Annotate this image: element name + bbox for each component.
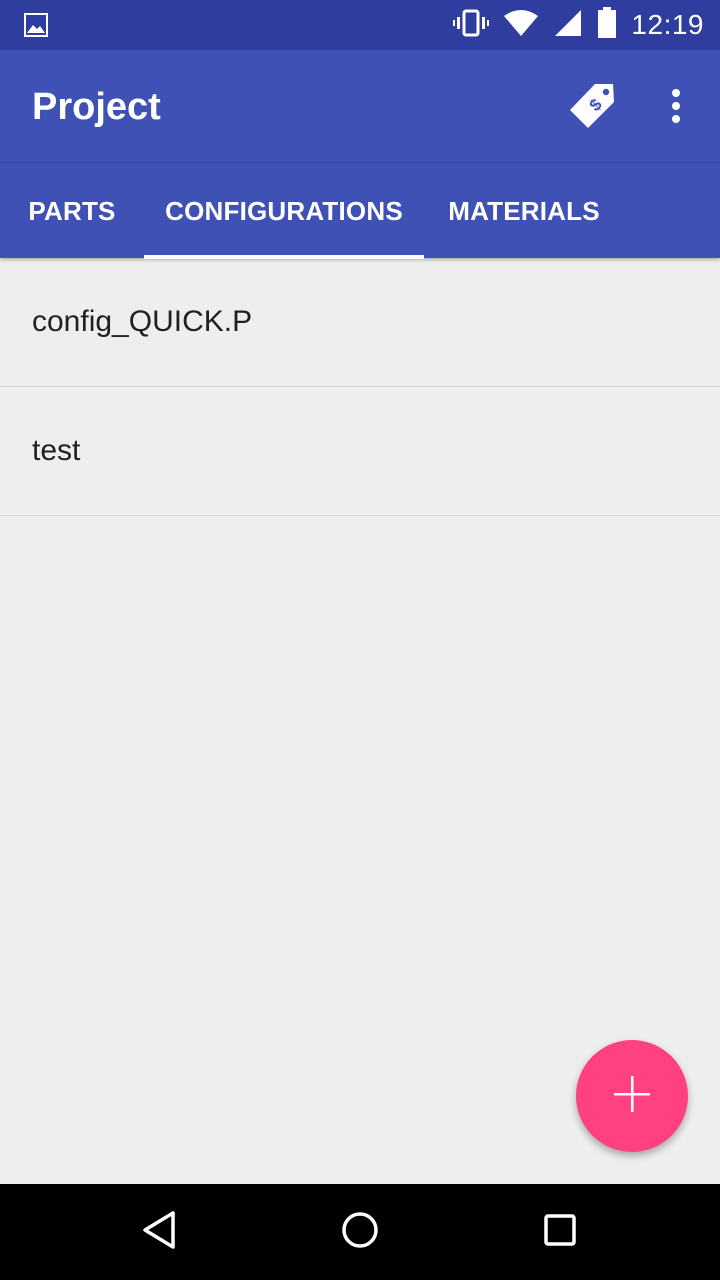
tab-label: PARTS (28, 195, 116, 226)
clock: 12:19 (631, 9, 704, 40)
list-item-label: test (32, 434, 81, 467)
back-button[interactable] (130, 1202, 190, 1262)
back-icon (140, 1210, 180, 1255)
tab-label: MATERIALS (448, 195, 600, 226)
tab-label: CONFIGURATIONS (165, 195, 403, 226)
recent-apps-icon (540, 1210, 580, 1255)
status-bar: 12:19 (0, 0, 720, 50)
more-vert-icon (671, 88, 681, 129)
gallery-icon (24, 13, 48, 42)
recent-apps-button[interactable] (530, 1202, 590, 1262)
vibrate-icon (453, 9, 490, 42)
home-button[interactable] (330, 1202, 390, 1262)
tab-configurations[interactable]: CONFIGURATIONS (144, 163, 424, 259)
tab-materials[interactable]: MATERIALS (424, 163, 624, 259)
navigation-bar (0, 1184, 720, 1280)
list-item[interactable]: config_QUICK.P (0, 258, 720, 387)
signal-icon (553, 8, 583, 43)
wifi-icon (503, 9, 539, 42)
price-tag-icon: $ (567, 81, 617, 136)
tab-bar: PARTS CONFIGURATIONS MATERIALS (0, 162, 720, 259)
list-item-label: config_QUICK.P (32, 305, 253, 338)
more-options-button[interactable] (652, 80, 700, 136)
add-configuration-button[interactable] (576, 1040, 688, 1152)
home-icon (340, 1210, 380, 1255)
configurations-list: config_QUICK.P test (0, 258, 720, 516)
tab-parts[interactable]: PARTS (0, 163, 144, 259)
plus-icon (612, 1074, 652, 1119)
app-bar: Project $ (0, 50, 720, 162)
page-title: Project (32, 86, 161, 128)
list-item[interactable]: test (0, 387, 720, 516)
price-tag-button[interactable]: $ (564, 80, 620, 136)
battery-icon (597, 6, 617, 44)
